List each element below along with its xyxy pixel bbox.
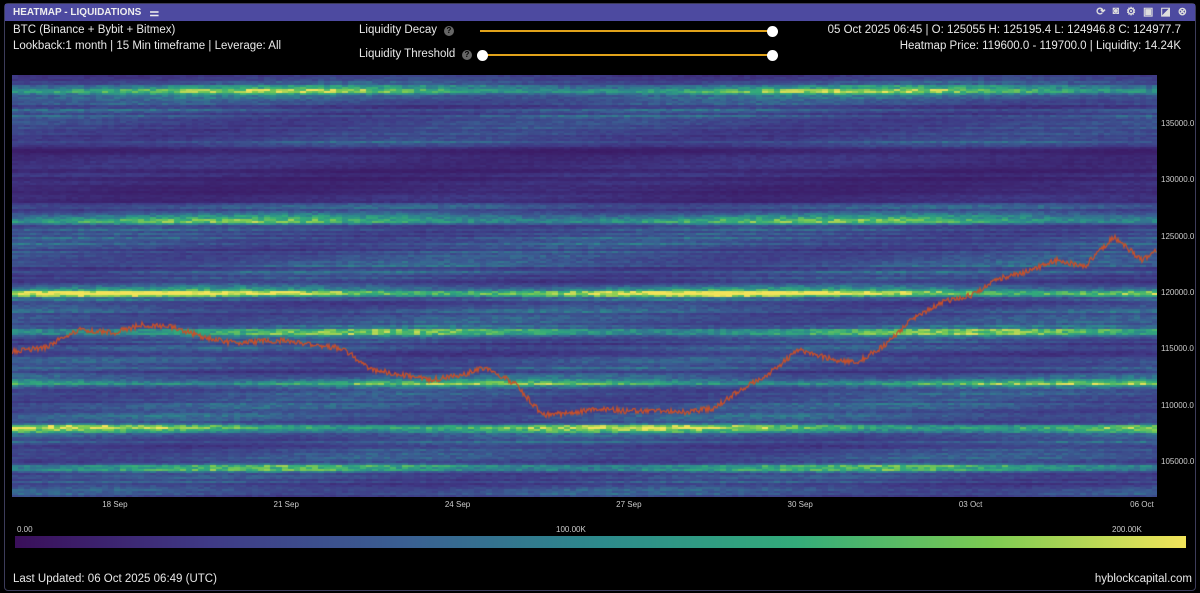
heatmap-price-readout: Heatmap Price: 119600.0 - 119700.0 | Liq…: [899, 40, 1181, 52]
refresh-icon[interactable]: ⟳: [1096, 5, 1105, 18]
y-tick-label: 115000.0: [1161, 344, 1194, 354]
threshold-label: Liquidity Threshold: [359, 48, 456, 60]
threshold-min-knob[interactable]: [477, 49, 488, 61]
ohlc-readout: 05 Oct 2025 06:45 | O: 125055 H: 125195.…: [827, 24, 1181, 36]
close-icon[interactable]: ⊗: [1178, 5, 1187, 18]
y-tick-label: 105000.0: [1161, 457, 1195, 467]
x-tick-label: 06 Oct: [1130, 500, 1154, 509]
brand-link[interactable]: hyblockcapital.com: [1095, 573, 1192, 585]
camera-icon[interactable]: ◙: [1112, 5, 1119, 18]
settings-sliders-icon[interactable]: ⚌: [149, 6, 159, 19]
colorbar-mid: 100.00K: [556, 525, 586, 534]
x-tick-label: 03 Oct: [958, 500, 983, 509]
decay-label: Liquidity Decay: [359, 24, 437, 36]
threshold-slider[interactable]: [477, 49, 778, 61]
x-tick-label: 24 Sep: [444, 500, 471, 509]
threshold-max-knob[interactable]: [767, 49, 778, 61]
decay-slider[interactable]: [480, 25, 778, 37]
decay-slider-knob[interactable]: [767, 25, 778, 37]
y-tick-label: 120000.0: [1161, 288, 1195, 298]
gear-icon[interactable]: ⚙: [1126, 5, 1136, 18]
heatmap-canvas[interactable]: [12, 75, 1157, 497]
y-tick-label: 135000.0: [1161, 119, 1195, 129]
colorbar-min: 0.00: [17, 525, 33, 534]
last-updated: Last Updated: 06 Oct 2025 06:49 (UTC): [13, 573, 217, 585]
colorbar-max: 200.00K: [1112, 525, 1142, 534]
x-tick-label: 18 Sep: [102, 500, 128, 509]
lookback-label: Lookback:1 month | 15 Min timeframe | Le…: [13, 40, 282, 52]
window-header: HEATMAP - LIQUIDATIONS ⚌ ⟳ ◙ ⚙ ▣ ◪ ⊗: [5, 4, 1195, 21]
expand-icon[interactable]: ◪: [1160, 5, 1170, 18]
y-tick-label: 110000.0: [1161, 400, 1194, 410]
y-tick-label: 125000.0: [1161, 231, 1195, 241]
decay-help-icon[interactable]: ?: [444, 26, 454, 36]
symbol-label: BTC (Binance + Bybit + Bitmex): [13, 24, 176, 36]
x-tick-label: 27 Sep: [616, 500, 642, 509]
x-tick-label: 21 Sep: [273, 500, 299, 509]
y-tick-label: 130000.0: [1161, 175, 1195, 185]
save-icon[interactable]: ▣: [1143, 5, 1153, 18]
threshold-help-icon[interactable]: ?: [462, 50, 472, 60]
colorbar: [15, 536, 1186, 548]
x-tick-label: 30 Sep: [787, 500, 813, 509]
window-title: HEATMAP - LIQUIDATIONS: [13, 7, 142, 18]
